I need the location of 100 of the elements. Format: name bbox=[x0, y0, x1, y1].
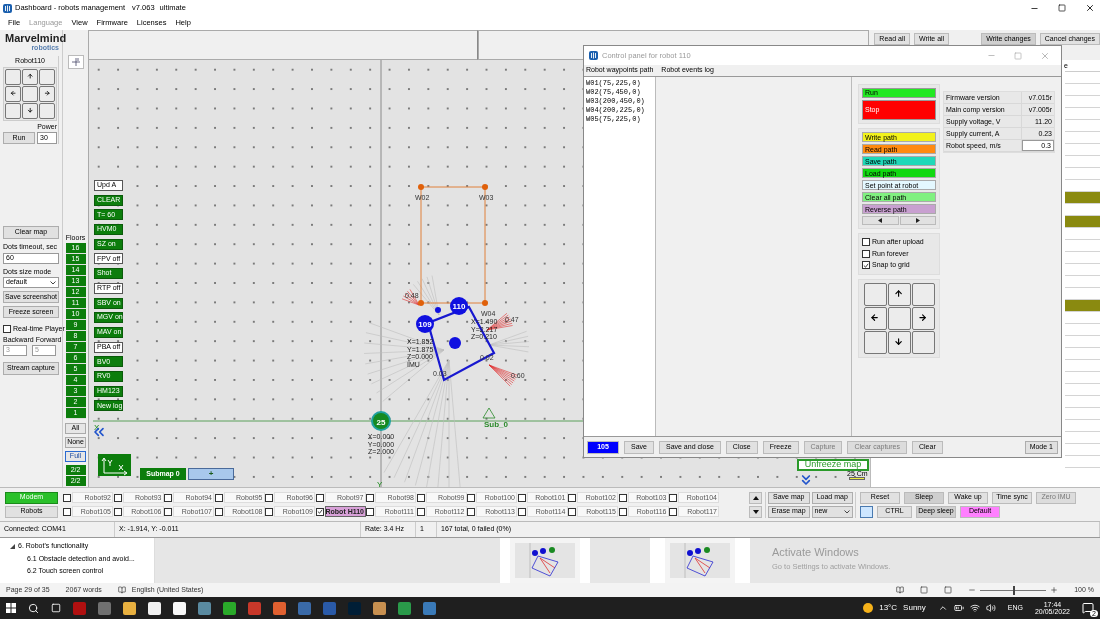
robot-checkbox[interactable] bbox=[669, 507, 677, 516]
down-arrow-button[interactable] bbox=[887, 330, 911, 354]
robot-marker[interactable]: 110 bbox=[450, 297, 468, 315]
robot-checkbox[interactable] bbox=[618, 493, 627, 502]
robot-checkbox[interactable] bbox=[467, 493, 475, 502]
down-arrow-button[interactable] bbox=[22, 102, 38, 119]
task-view-icon[interactable] bbox=[51, 603, 61, 613]
blank-pad-button[interactable] bbox=[5, 102, 21, 119]
blank-pad-button[interactable] bbox=[5, 68, 21, 85]
blank-pad-button[interactable] bbox=[39, 102, 55, 119]
robot-checkbox[interactable] bbox=[568, 493, 576, 502]
blank-pad-button[interactable] bbox=[887, 306, 911, 330]
app-icon[interactable] bbox=[123, 601, 136, 615]
scroll-down-button[interactable] bbox=[749, 505, 762, 518]
zoom-slider-thumb[interactable] bbox=[1013, 585, 1016, 595]
blank-pad-button[interactable] bbox=[863, 282, 887, 306]
right-arrow-button[interactable] bbox=[911, 306, 935, 330]
realtime-player-checkbox[interactable] bbox=[3, 325, 11, 334]
robot-checkbox[interactable] bbox=[366, 493, 374, 502]
up-arrow-button[interactable] bbox=[22, 68, 38, 85]
robot-checkbox[interactable] bbox=[517, 507, 526, 516]
robot-checkbox[interactable] bbox=[467, 507, 475, 516]
app-icon[interactable] bbox=[148, 601, 161, 615]
tray-expand-icon[interactable] bbox=[937, 603, 948, 613]
robot-checkbox[interactable] bbox=[416, 507, 425, 516]
proofing-icon[interactable] bbox=[117, 586, 126, 594]
color-swatch[interactable] bbox=[860, 505, 873, 518]
robot-checkbox[interactable] bbox=[265, 507, 273, 516]
robot-checkbox[interactable] bbox=[113, 507, 122, 516]
previous-point-button[interactable] bbox=[862, 216, 899, 225]
robot-checkbox[interactable] bbox=[618, 507, 627, 516]
up-arrow-icon bbox=[26, 73, 34, 80]
search-icon[interactable] bbox=[28, 602, 39, 614]
table-row[interactable] bbox=[1065, 216, 1100, 228]
robot-checkbox[interactable] bbox=[113, 493, 122, 502]
left-arrow-button[interactable] bbox=[5, 85, 21, 102]
left-arrow-icon bbox=[9, 90, 17, 97]
left-arrow-button[interactable] bbox=[863, 306, 887, 330]
waypoint-marker[interactable] bbox=[482, 184, 488, 190]
robot-checkbox[interactable] bbox=[214, 507, 223, 516]
table-row[interactable] bbox=[1065, 192, 1100, 204]
axes-orientation-icon bbox=[98, 454, 131, 476]
dropdown-caret-icon bbox=[50, 280, 56, 285]
close-icon[interactable] bbox=[1085, 3, 1095, 13]
blank-pad-button[interactable] bbox=[39, 68, 55, 85]
robot-checkbox[interactable] bbox=[315, 493, 324, 502]
robot-checkbox[interactable] bbox=[366, 507, 374, 516]
logo-name: Marvelmind bbox=[5, 32, 67, 44]
scroll-up-button[interactable] bbox=[749, 491, 762, 504]
unfreeze-map-button[interactable]: Unfreeze map bbox=[797, 459, 869, 471]
robot-checkbox[interactable] bbox=[214, 493, 223, 502]
option-checkbox[interactable] bbox=[862, 261, 870, 270]
submap-label: Sub_0 bbox=[484, 420, 508, 429]
app-logo-icon bbox=[589, 51, 598, 60]
blank-pad-button[interactable] bbox=[911, 330, 935, 354]
add-submap-button[interactable]: + bbox=[188, 468, 234, 480]
right-arrow-button[interactable] bbox=[39, 85, 55, 102]
robot-marker[interactable]: 109 bbox=[416, 315, 434, 333]
waypoint-marker[interactable] bbox=[418, 184, 424, 190]
app-icon[interactable] bbox=[173, 601, 186, 615]
robot-checkbox[interactable] bbox=[416, 493, 425, 502]
maximize-icon[interactable] bbox=[1058, 4, 1066, 12]
robot-checkbox[interactable] bbox=[63, 493, 71, 502]
windows-start-icon[interactable] bbox=[6, 603, 16, 613]
robot-checkbox[interactable] bbox=[568, 507, 576, 516]
option-checkbox[interactable] bbox=[862, 238, 870, 247]
right-triangle-icon bbox=[915, 218, 920, 223]
robot-checkbox[interactable] bbox=[669, 493, 677, 502]
web-layout-icon[interactable] bbox=[944, 586, 953, 594]
robot-checkbox[interactable] bbox=[63, 507, 71, 516]
robot-checkbox[interactable] bbox=[265, 493, 273, 502]
read-mode-icon[interactable] bbox=[896, 586, 905, 594]
print-layout-icon[interactable] bbox=[920, 586, 929, 594]
waypoint-marker[interactable] bbox=[482, 300, 488, 306]
up-triangle-icon bbox=[752, 495, 759, 500]
beacon-marker[interactable]: 25 bbox=[371, 411, 391, 431]
axis-label: X bbox=[94, 423, 100, 432]
robot-checkbox[interactable] bbox=[315, 507, 324, 516]
down-arrow-icon bbox=[26, 107, 34, 114]
volume-icon[interactable] bbox=[985, 603, 996, 613]
robot-checkbox[interactable] bbox=[517, 493, 526, 502]
up-arrow-button[interactable] bbox=[887, 282, 911, 306]
hedgehog-marker bbox=[449, 337, 461, 349]
waypoint-marker[interactable] bbox=[418, 300, 424, 306]
hedgehog-marker bbox=[435, 307, 441, 313]
expand-triangle-icon[interactable] bbox=[10, 543, 15, 549]
robot-checkbox[interactable] bbox=[164, 493, 172, 502]
axis-label: Y bbox=[377, 480, 383, 487]
app-icon[interactable] bbox=[373, 601, 386, 615]
next-point-button[interactable] bbox=[899, 216, 936, 225]
robot-checkbox[interactable] bbox=[164, 507, 172, 516]
battery-icon[interactable] bbox=[953, 603, 964, 613]
zoom-in-icon[interactable] bbox=[1050, 586, 1059, 594]
wifi-icon[interactable] bbox=[969, 603, 980, 613]
blank-pad-button[interactable] bbox=[911, 282, 935, 306]
blank-pad-button[interactable] bbox=[22, 85, 38, 102]
option-checkbox[interactable] bbox=[862, 249, 870, 258]
notifications-icon[interactable] bbox=[1082, 602, 1094, 614]
blank-pad-button[interactable] bbox=[863, 330, 887, 354]
table-row[interactable] bbox=[1065, 300, 1100, 312]
